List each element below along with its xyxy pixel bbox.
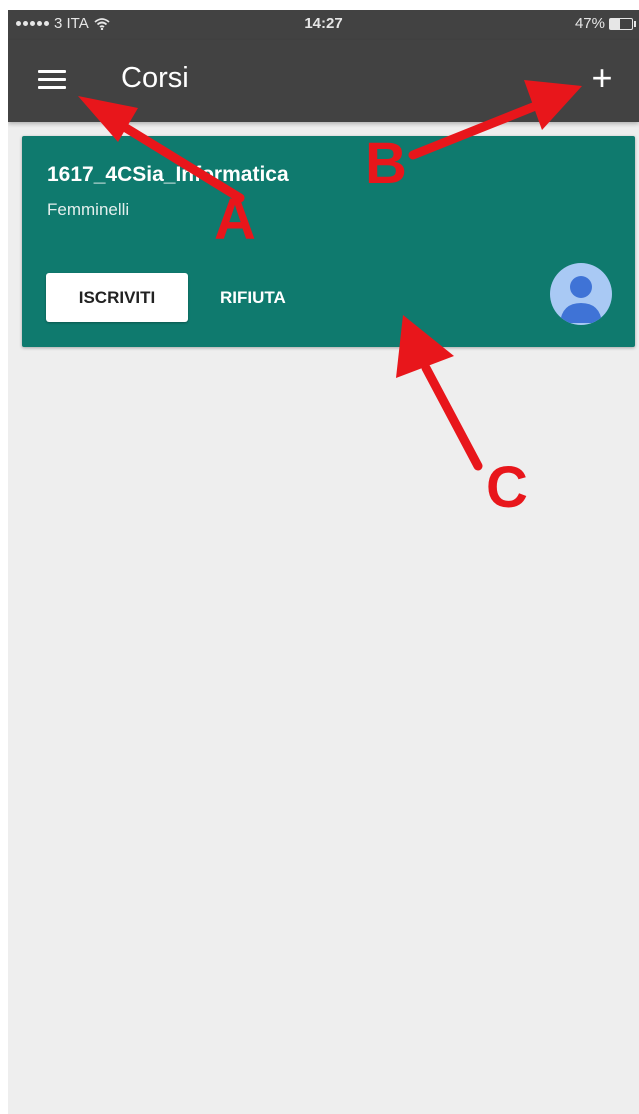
course-card[interactable]: 1617_4CSia_Informatica Femminelli ISCRIV… [22,136,635,347]
status-time: 14:27 [304,15,343,32]
person-avatar-icon [550,263,612,325]
status-right: 47% [574,15,636,32]
course-teacher: Femminelli [47,200,130,219]
annotation-label-a: A [214,187,256,252]
status-bar: 3 ITA 14:27 47% [8,10,639,40]
course-name[interactable]: 1617_4CSia_Informatica [47,163,289,187]
decline-button[interactable]: RIFIUTA [220,273,286,322]
app-bar: Corsi + [8,40,639,122]
annotation-label-c: C [486,455,528,520]
page-title: Corsi [121,62,189,94]
battery-fill [610,18,621,29]
battery-icon [609,17,636,30]
add-class-button[interactable]: + [585,58,619,98]
phone-screen: 3 ITA 14:27 47% Corsi + 1617_4CSia_Infor… [8,10,639,1114]
join-button[interactable]: ISCRIVITI [46,273,188,322]
hamburger-menu-icon[interactable] [38,70,68,92]
annotation-label-b: B [365,131,407,196]
battery-percentage: 47% [574,15,605,32]
